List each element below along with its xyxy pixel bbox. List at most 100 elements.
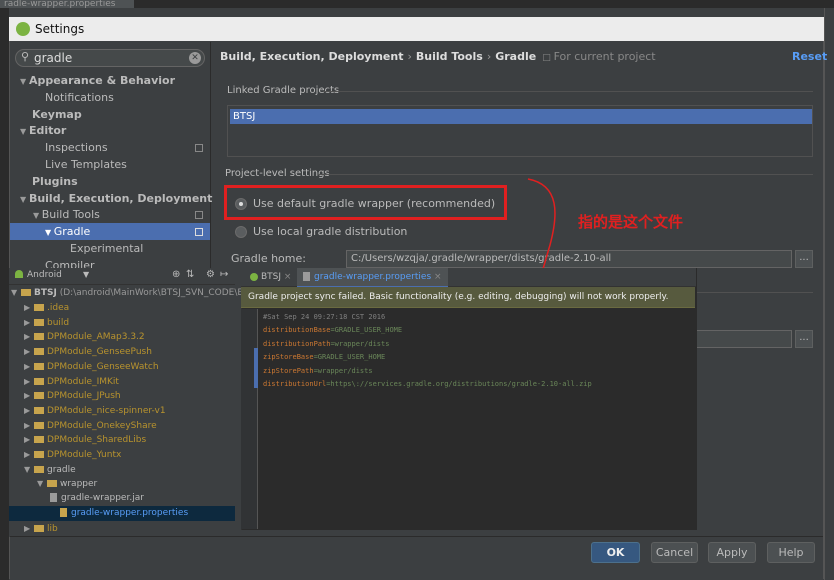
folder-icon	[34, 392, 44, 399]
expand-arrow-icon[interactable]: ▶	[24, 521, 34, 536]
project-folder-item[interactable]: ▶ DPModule_GenseePush	[24, 344, 152, 359]
code-line[interactable]: #Sat Sep 24 09:27:18 CST 2016	[263, 313, 385, 321]
tree-item-experimental[interactable]: Experimental	[70, 240, 143, 257]
project-folder-item[interactable]: ▼ wrapper	[37, 476, 97, 491]
settings-search-input[interactable]: ⚲ gradle ✕	[15, 49, 205, 67]
expand-arrow-icon: ▼	[20, 127, 29, 136]
expand-arrow-icon[interactable]: ▶	[24, 388, 34, 403]
obscured-browse-button[interactable]: ...	[795, 330, 813, 348]
annotation-text: 指的是这个文件	[578, 213, 684, 231]
android-icon	[15, 270, 23, 278]
divider	[323, 91, 813, 92]
project-folder-item[interactable]: ▶ DPModule_IMKit	[24, 374, 119, 389]
expand-arrow-icon[interactable]: ▶	[24, 403, 34, 418]
reset-link[interactable]: Reset	[792, 50, 827, 63]
expand-arrow-icon[interactable]: ▶	[24, 447, 34, 462]
project-level-icon: □	[542, 53, 554, 63]
project-folder-item[interactable]: ▶ DPModule_OnekeyShare	[24, 418, 157, 433]
project-level-title: Project-level settings	[225, 168, 330, 179]
code-line[interactable]: distributionBase=GRADLE_USER_HOME	[263, 326, 402, 334]
expand-arrow-icon[interactable]: ▶	[24, 344, 34, 359]
folder-icon	[34, 304, 44, 311]
project-view-selector[interactable]: Android	[27, 270, 62, 280]
expand-arrow-icon[interactable]: ▶	[24, 315, 34, 330]
tree-item-build-execution-deployment[interactable]: ▼ Build, Execution, Deployment	[20, 190, 212, 207]
obscured-field[interactable]	[696, 330, 792, 348]
annotation-highlight-box	[224, 185, 507, 220]
search-value: gradle	[34, 51, 73, 65]
project-folder-item[interactable]: ▶ DPModule_JPush	[24, 388, 121, 403]
folder-icon	[34, 525, 44, 532]
gear-icon[interactable]: ⚙	[206, 269, 215, 280]
radio-local-distribution[interactable]	[235, 226, 247, 238]
android-icon	[250, 272, 258, 281]
close-icon[interactable]: ×	[434, 272, 442, 282]
option-local-distribution-label[interactable]: Use local gradle distribution	[253, 225, 407, 238]
project-folder-item[interactable]: ▶ DPModule_SharedLibs	[24, 432, 146, 447]
tree-item-notifications[interactable]: Notifications	[45, 89, 114, 106]
expand-arrow-icon[interactable]: ▶	[24, 418, 34, 433]
breadcrumb-note: □ For current project	[542, 50, 656, 63]
collapse-icon[interactable]: ⇅	[186, 269, 194, 280]
project-level-icon	[195, 228, 203, 236]
expand-arrow-icon[interactable]: ▶	[24, 300, 34, 315]
expand-arrow-icon[interactable]: ▶	[24, 359, 34, 374]
project-folder-item[interactable]: ▶ DPModule_nice-spinner-v1	[24, 403, 166, 418]
tab-gradle-wrapper-properties[interactable]: gradle-wrapper.properties ×	[297, 268, 448, 288]
gradle-home-label: Gradle home:	[231, 252, 306, 265]
tree-item-appearance-behavior[interactable]: ▼ Appearance & Behavior	[20, 72, 175, 89]
project-file-item[interactable]: gradle-wrapper.jar	[50, 491, 144, 506]
chevron-down-icon[interactable]: ▼	[83, 270, 89, 279]
project-folder-item[interactable]: ▶ .idea	[24, 300, 69, 315]
project-folder-item[interactable]: ▶ lib	[24, 521, 58, 536]
gradle-home-browse-button[interactable]: ...	[795, 250, 813, 268]
code-line[interactable]: distributionPath=wrapper/dists	[263, 340, 389, 348]
editor-gutter	[241, 309, 258, 529]
clear-search-icon[interactable]: ✕	[189, 52, 201, 64]
hide-panel-icon[interactable]: ↦	[220, 269, 228, 280]
tree-item-plugins[interactable]: Plugins	[32, 173, 78, 190]
close-icon[interactable]: ×	[284, 272, 292, 282]
tree-item-live-templates[interactable]: Live Templates	[45, 156, 127, 173]
tree-selection-highlight	[10, 223, 210, 240]
linked-project-item[interactable]: BTSJ	[230, 109, 812, 124]
expand-arrow-icon[interactable]: ▼	[37, 476, 47, 491]
dialog-button-bar	[10, 536, 823, 579]
help-button[interactable]: Help	[767, 542, 815, 563]
tree-item-editor[interactable]: ▼ Editor	[20, 122, 66, 139]
ok-button[interactable]: OK	[591, 542, 640, 563]
tab-btsj[interactable]: BTSJ ×	[244, 268, 297, 286]
code-line[interactable]: zipStorePath=wrapper/dists	[263, 367, 373, 375]
project-folder-item[interactable]: ▶ build	[24, 315, 69, 330]
dialog-titlebar[interactable]: Settings	[9, 17, 824, 41]
tree-item-compiler[interactable]: Compiler	[45, 257, 95, 268]
expand-arrow-icon[interactable]: ▶	[24, 432, 34, 447]
sync-icon[interactable]: ⊕	[172, 269, 180, 280]
folder-icon	[34, 451, 44, 458]
project-folder-item[interactable]: ▶ DPModule_GenseeWatch	[24, 359, 159, 374]
apply-button[interactable]: Apply	[708, 542, 756, 563]
folder-icon	[21, 289, 31, 296]
project-file-item[interactable]: gradle-wrapper.properties	[9, 506, 235, 521]
android-studio-logo-icon	[16, 22, 30, 36]
tree-item-build-tools[interactable]: ▼ Build Tools	[33, 206, 100, 223]
project-folder-item[interactable]: ▼ gradle	[24, 462, 76, 477]
tree-item-keymap[interactable]: Keymap	[32, 106, 82, 123]
project-folder-item[interactable]: ▶ DPModule_AMap3.3.2	[24, 329, 145, 344]
cancel-button[interactable]: Cancel	[651, 542, 698, 563]
project-folder-item[interactable]: ▶ DPModule_Yuntx	[24, 447, 121, 462]
project-root[interactable]: ▼ BTSJ (D:\android\MainWork\BTSJ_SVN_CODE…	[11, 285, 244, 300]
expand-arrow-icon[interactable]: ▶	[24, 329, 34, 344]
project-level-icon	[195, 144, 203, 152]
project-level-icon	[195, 211, 203, 219]
code-line[interactable]: zipStoreBase=GRADLE_USER_HOME	[263, 353, 385, 361]
expand-arrow-icon[interactable]: ▼	[24, 462, 34, 477]
tree-item-inspections[interactable]: Inspections	[45, 139, 108, 156]
expand-arrow-icon: ▼	[20, 77, 29, 86]
tree-item-gradle[interactable]: ▼ Gradle	[45, 223, 90, 240]
expand-arrow-icon[interactable]: ▶	[24, 374, 34, 389]
breadcrumb: Build, Execution, Deployment › Build Tools…	[220, 50, 656, 63]
search-icon: ⚲	[21, 50, 30, 63]
code-line[interactable]: distributionUrl=https\://services.gradle…	[263, 380, 592, 388]
folder-icon	[47, 480, 57, 487]
